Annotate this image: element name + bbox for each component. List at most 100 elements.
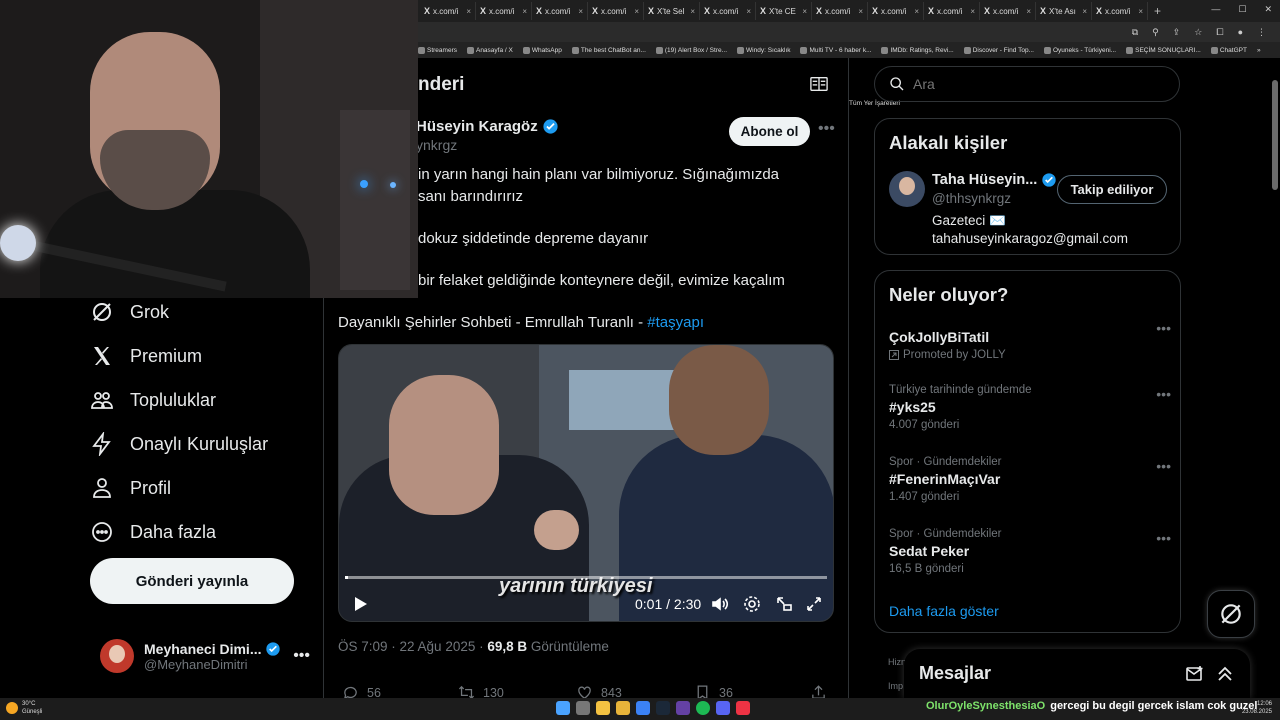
close-tab-icon[interactable]: × [802, 7, 807, 16]
account-switcher[interactable]: Meyhaneci Dimi... @MeyhaneDimitri ••• [100, 636, 310, 676]
extensions-icon[interactable]: ⧠ [1216, 27, 1223, 38]
browser-tab[interactable]: X X'te Sel × [644, 2, 700, 20]
maximize-icon[interactable]: ☐ [1238, 4, 1246, 15]
close-tab-icon[interactable]: × [690, 7, 695, 16]
browser-tab[interactable]: Xx.com/i × [532, 2, 588, 20]
browser-tab[interactable]: Xx.com/i × [420, 2, 476, 20]
post-button[interactable]: Gönderi yayınla [90, 558, 294, 604]
close-window-icon[interactable]: ✕ [1264, 4, 1272, 15]
close-tab-icon[interactable]: × [746, 7, 751, 16]
bookmark-item[interactable]: IMDb: Ratings, Revi... [881, 46, 954, 54]
bookmark-item[interactable]: SEÇİM SONUÇLARI... [1126, 46, 1201, 54]
folder-icon[interactable] [616, 701, 630, 715]
browser-tab[interactable]: Xx.com/i × [476, 2, 532, 20]
video-progress-bar[interactable] [345, 576, 827, 579]
bookmark-item[interactable]: The best ChatBot an... [571, 46, 646, 54]
discord-icon[interactable] [716, 701, 730, 715]
bookmark-item[interactable]: ChatGPT [1210, 46, 1247, 54]
bookmark-item[interactable]: (19) Alert Box / Stre... [655, 46, 727, 54]
show-more-link[interactable]: Daha fazla göster [889, 603, 999, 619]
bookmark-star-icon[interactable]: ☆ [1194, 27, 1202, 38]
play-icon[interactable] [351, 595, 369, 613]
install-icon[interactable]: ⧉ [1132, 27, 1138, 38]
close-tab-icon[interactable]: × [522, 7, 527, 16]
weather-widget[interactable]: 30°C Güneşli [6, 700, 42, 716]
trend-item[interactable]: Türkiye tarihinde gündemde #yks25 4.007 … [889, 384, 1171, 431]
settings-gear-icon[interactable] [743, 595, 761, 613]
trend-more-icon[interactable]: ••• [1156, 458, 1171, 474]
browser-tab[interactable]: Xx.com/i × [588, 2, 644, 20]
following-button[interactable]: Takip ediliyor [1057, 175, 1167, 204]
sidebar-item-premium[interactable]: Premium [90, 334, 320, 378]
close-tab-icon[interactable]: × [634, 7, 639, 16]
profile-icon[interactable]: ● [1238, 27, 1243, 37]
new-tab-icon[interactable]: + [1154, 4, 1161, 18]
sidebar-item-verified-orgs[interactable]: Onaylı Kuruluşlar [90, 422, 320, 466]
search-input[interactable] [913, 76, 1163, 92]
close-tab-icon[interactable]: × [970, 7, 975, 16]
post-more-icon[interactable]: ••• [818, 120, 835, 138]
subscribe-button[interactable]: Abone ol [729, 117, 810, 146]
trend-more-icon[interactable]: ••• [1156, 530, 1171, 546]
video-player[interactable]: yarının türkiyesi 0:01 / 2:30 [338, 344, 834, 622]
zoom-icon[interactable]: ⚲ [1152, 27, 1159, 38]
author-name-row[interactable]: Hüseyin Karagöz [416, 118, 559, 135]
browser-tab[interactable]: Xx.com/i × [980, 2, 1036, 20]
browser-tab[interactable]: Xx.com/i × [1092, 2, 1148, 20]
share-icon[interactable]: ⇪ [1173, 27, 1181, 38]
close-tab-icon[interactable]: × [578, 7, 583, 16]
close-tab-icon[interactable]: × [466, 7, 471, 16]
steam-icon[interactable] [656, 701, 670, 715]
related-person-name-row[interactable]: Taha Hüseyin... [932, 172, 1057, 188]
bookmark-item[interactable]: Multi TV - 6 haber k... [800, 46, 871, 54]
browser-tab[interactable]: Xx.com/i × [868, 2, 924, 20]
obs-icon[interactable] [736, 701, 750, 715]
spotify-icon[interactable] [696, 701, 710, 715]
close-tab-icon[interactable]: × [1082, 7, 1087, 16]
messages-drawer[interactable]: Mesajlar [904, 649, 1250, 699]
fullscreen-icon[interactable] [805, 595, 823, 613]
close-tab-icon[interactable]: × [914, 7, 919, 16]
browser-tab[interactable]: X X'te CE × [756, 2, 812, 20]
browser-tab[interactable]: Xx.com/i × [700, 2, 756, 20]
browser-tab[interactable]: Xx.com/i × [924, 2, 980, 20]
menu-icon[interactable]: ⋮ [1257, 27, 1266, 38]
chrome-icon[interactable] [596, 701, 610, 715]
reader-mode-icon[interactable] [810, 76, 828, 92]
search-taskbar-icon[interactable] [576, 701, 590, 715]
trend-item[interactable]: Spor · Gündemdekiler #FenerinMaçıVar 1.4… [889, 456, 1171, 503]
trend-item[interactable]: ÇokJollyBiTatil Promoted by JOLLY ••• [889, 320, 1171, 361]
bookmark-item[interactable]: Oyuneks - Türkiyeni... [1044, 46, 1116, 54]
sidebar-item-profile[interactable]: Profil [90, 466, 320, 510]
picture-in-picture-icon[interactable] [775, 595, 793, 613]
app-icon[interactable] [636, 701, 650, 715]
close-tab-icon[interactable]: × [1138, 7, 1143, 16]
scrollbar[interactable] [1272, 60, 1278, 700]
minimize-icon[interactable]: — [1211, 4, 1220, 15]
author-handle[interactable]: ynkrgz [416, 137, 457, 153]
trend-more-icon[interactable]: ••• [1156, 386, 1171, 402]
search-box[interactable] [874, 66, 1180, 102]
bookmark-item[interactable]: Streamers [418, 46, 457, 54]
bookmarks-overflow-icon[interactable]: » [1257, 47, 1261, 54]
chevron-up-double-icon[interactable] [1216, 665, 1234, 683]
bio-link[interactable]: tahahuseyinkaragoz@gmail.com [932, 230, 1128, 248]
new-message-icon[interactable] [1186, 665, 1204, 683]
browser-tab[interactable]: X X'te Ası × [1036, 2, 1092, 20]
bookmark-item[interactable]: Anasayfa / X [466, 46, 513, 54]
account-more-icon[interactable]: ••• [293, 647, 310, 665]
sidebar-item-more[interactable]: Daha fazla [90, 510, 320, 554]
related-person-handle[interactable]: @thhsynkrgz [932, 191, 1011, 206]
sidebar-item-communities[interactable]: Topluluklar [90, 378, 320, 422]
close-tab-icon[interactable]: × [858, 7, 863, 16]
start-icon[interactable] [556, 701, 570, 715]
close-tab-icon[interactable]: × [1026, 7, 1031, 16]
volume-icon[interactable] [711, 595, 729, 613]
post-timestamp[interactable]: ÖS 7:09 · 22 Ağu 2025 · [338, 639, 487, 654]
trend-item[interactable]: Spor · Gündemdekiler Sedat Peker 16,5 B … [889, 528, 1171, 575]
bookmark-item[interactable]: Windy: Sıcaklık [737, 46, 790, 54]
browser-tab[interactable]: Xx.com/i × [812, 2, 868, 20]
grok-floating-button[interactable] [1207, 590, 1255, 638]
avatar[interactable] [889, 171, 925, 207]
bookmark-item[interactable]: Discover - Find Top... [963, 46, 1034, 54]
